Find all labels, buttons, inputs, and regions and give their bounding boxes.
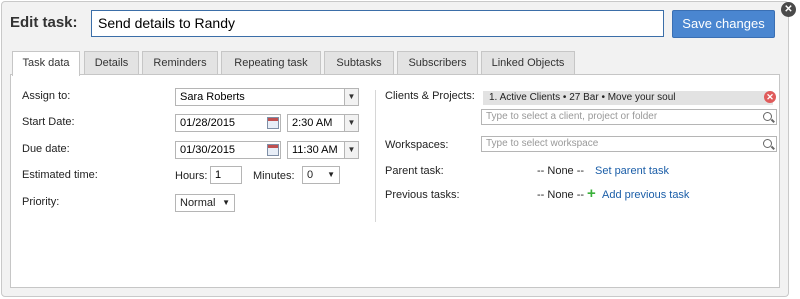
chevron-down-icon: ▼ [344, 89, 358, 105]
assign-to-select[interactable]: Sara Roberts ▼ [175, 88, 359, 106]
task-data-panel [10, 74, 780, 288]
assign-to-label: Assign to: [22, 90, 71, 102]
chevron-down-icon: ▼ [344, 115, 358, 131]
due-date-input[interactable]: 01/30/2015 [175, 141, 281, 159]
minutes-value: 0 [307, 169, 314, 181]
calendar-icon[interactable] [267, 117, 279, 129]
due-time-select[interactable]: 11:30 AM ▼ [287, 141, 359, 159]
task-title-input[interactable]: Send details to Randy [91, 10, 664, 37]
plus-icon[interactable]: + [587, 186, 596, 201]
due-date-value: 01/30/2015 [180, 144, 236, 156]
search-icon [763, 112, 772, 121]
priority-label: Priority: [22, 196, 60, 208]
workspace-search-input[interactable]: Type to select workspace [481, 136, 777, 152]
tab-repeating-task[interactable]: Repeating task [221, 51, 321, 75]
chevron-down-icon: ▼ [327, 170, 335, 179]
previous-tasks-value: -- None -- [537, 189, 585, 201]
hours-label: Hours: [175, 170, 208, 182]
priority-select[interactable]: Normal ▼ [175, 194, 235, 212]
tab-subtasks[interactable]: Subtasks [324, 51, 394, 75]
tab-subscribers[interactable]: Subscribers [397, 51, 478, 75]
column-divider [375, 90, 376, 222]
workspaces-label: Workspaces: [385, 139, 449, 151]
due-time-value: 11:30 AM [292, 144, 338, 156]
start-time-value: 2:30 AM [292, 117, 333, 129]
hours-input[interactable]: 1 [210, 166, 242, 184]
assign-to-value: Sara Roberts [180, 91, 245, 103]
workspace-search-placeholder: Type to select workspace [486, 138, 599, 149]
chevron-down-icon: ▼ [222, 198, 230, 207]
client-search-input[interactable]: Type to select a client, project or fold… [481, 109, 777, 125]
start-date-input[interactable]: 01/28/2015 [175, 114, 281, 132]
minutes-select[interactable]: 0 ▼ [302, 166, 340, 184]
priority-value: Normal [180, 197, 216, 209]
clients-projects-label: Clients & Projects: [385, 90, 475, 102]
client-chip: 1. Active Clients • 27 Bar • Move your s… [483, 91, 773, 105]
tab-reminders[interactable]: Reminders [142, 51, 218, 75]
tab-task-data[interactable]: Task data [12, 51, 80, 76]
close-icon[interactable]: ✕ [781, 2, 796, 17]
parent-task-label: Parent task: [385, 165, 444, 177]
remove-icon[interactable]: ✕ [764, 91, 776, 103]
due-date-label: Due date: [22, 143, 70, 155]
add-previous-task-link[interactable]: Add previous task [602, 189, 689, 201]
start-date-label: Start Date: [22, 116, 75, 128]
previous-tasks-label: Previous tasks: [385, 189, 460, 201]
client-search-placeholder: Type to select a client, project or fold… [486, 111, 658, 122]
set-parent-task-link[interactable]: Set parent task [595, 165, 669, 177]
save-changes-button[interactable]: Save changes [672, 10, 775, 38]
edit-task-label: Edit task: [10, 14, 78, 31]
start-time-select[interactable]: 2:30 AM ▼ [287, 114, 359, 132]
minutes-label: Minutes: [253, 170, 295, 182]
chevron-down-icon: ▼ [344, 142, 358, 158]
search-icon [763, 139, 772, 148]
calendar-icon[interactable] [267, 144, 279, 156]
estimated-time-label: Estimated time: [22, 169, 98, 181]
tab-details[interactable]: Details [84, 51, 139, 75]
parent-task-value: -- None -- [537, 165, 585, 177]
start-date-value: 01/28/2015 [180, 117, 236, 129]
tab-linked-objects[interactable]: Linked Objects [481, 51, 575, 75]
